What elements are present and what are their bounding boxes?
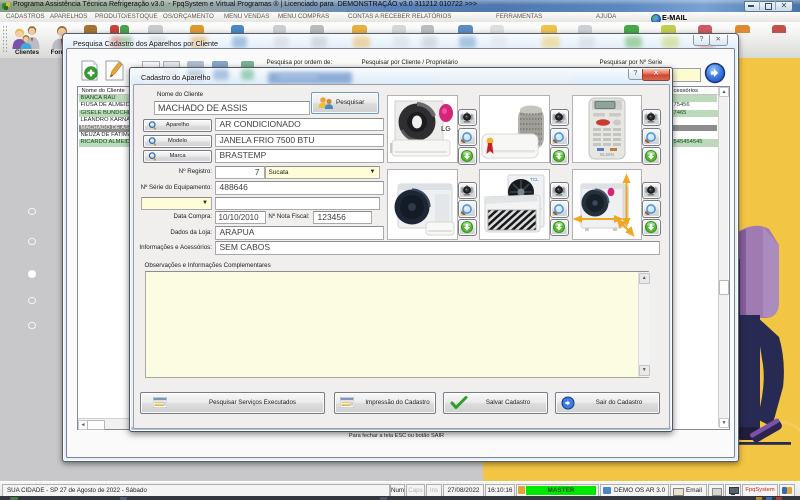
svg-text:ELGIN: ELGIN	[600, 152, 614, 157]
svg-text:TCL: TCL	[530, 177, 539, 182]
svg-text:LG: LG	[441, 126, 451, 133]
